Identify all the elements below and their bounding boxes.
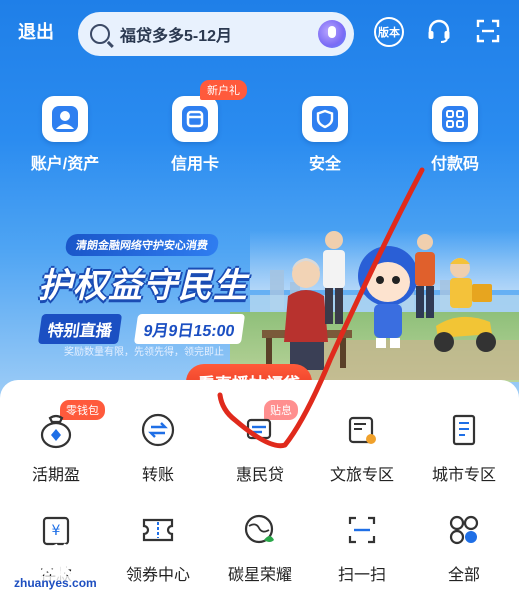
search-icon	[90, 24, 110, 44]
menu-item-transfer[interactable]: 转账	[106, 410, 210, 485]
menu-item-huiminloan[interactable]: 贴息 惠民贷	[208, 400, 312, 485]
menu-label: 转账	[141, 467, 174, 484]
menu-item-city[interactable]: 城市专区	[412, 410, 516, 485]
promo-banner[interactable]: 清朗金融网络守护安心消费 护权益守民生 特别直播 9月9日15:00 奖励数量有…	[0, 200, 519, 400]
quick-security-label: 安全	[308, 156, 341, 173]
menu-label: 碳星荣耀	[227, 567, 292, 584]
search-bar[interactable]: 福贷多多5-12月	[78, 12, 354, 56]
scan-corner-icon[interactable]	[476, 19, 500, 43]
menu-item-scan[interactable]: 扫一扫	[310, 510, 414, 585]
header-bar: 退出 福贷多多5-12月 版本	[0, 8, 519, 56]
shield-icon	[302, 96, 348, 142]
version-button[interactable]: 版本	[374, 17, 404, 47]
menu-label: 惠民贷	[235, 467, 284, 484]
loan-icon	[246, 418, 272, 440]
search-text: 福贷多多5-12月	[120, 28, 233, 45]
quick-payment-code-label: 付款码	[430, 156, 479, 173]
top-section: 退出 福贷多多5-12月 版本 账户/资产 新户礼 信用卡 安全 付款码 清朗金…	[0, 0, 519, 400]
watermark: 好赚网 zhuanyes.com	[5, 536, 156, 596]
banner-notice: 奖励数量有限，先领先得，领完即止	[64, 347, 224, 358]
watermark-url: zhuanyes.com	[12, 576, 99, 590]
grid-icon	[449, 515, 479, 545]
transfer-icon	[141, 413, 175, 447]
menu-item-carbon[interactable]: 碳星荣耀	[208, 510, 312, 585]
menu-item-all[interactable]: 全部	[412, 510, 516, 585]
delivery-rider-illustration	[434, 258, 496, 352]
account-icon	[42, 96, 88, 142]
banner-headline: 护权益守民生	[38, 267, 248, 305]
quick-credit-card-label: 信用卡	[170, 156, 219, 173]
menu-label: 活期盈	[31, 467, 80, 484]
headset-icon[interactable]	[426, 18, 452, 44]
voice-assistant-icon[interactable]	[318, 20, 346, 48]
quick-payment-code[interactable]: 付款码	[400, 96, 510, 174]
globe-leaf-icon	[244, 514, 274, 544]
city-icon	[452, 414, 476, 446]
menu-label: 文旅专区	[329, 467, 394, 484]
quick-actions: 账户/资产 新户礼 信用卡 安全 付款码	[0, 80, 519, 176]
payment-code-icon	[432, 96, 478, 142]
credit-card-icon	[172, 96, 218, 142]
quick-security[interactable]: 安全	[270, 96, 380, 174]
live-label: 特别直播	[37, 314, 123, 344]
quick-credit-card[interactable]: 新户礼 信用卡	[140, 80, 250, 174]
menu-label: 全部	[447, 567, 480, 584]
quick-account-label: 账户/资产	[30, 156, 100, 173]
menu-label: 城市专区	[431, 467, 496, 484]
menu-label: 扫一扫	[337, 567, 386, 584]
new-user-badge: 新户礼	[200, 80, 247, 100]
live-time: 9月9日15:00	[133, 314, 245, 344]
quick-account[interactable]: 账户/资产	[10, 96, 120, 174]
banner-tagline: 清朗金融网络守护安心消费	[64, 234, 220, 256]
exit-button[interactable]: 退出	[18, 18, 54, 44]
wallet-pouch-icon	[40, 414, 72, 449]
man-illustration	[323, 231, 345, 324]
menu-item-huoqiying[interactable]: 零钱包 活期盈	[4, 400, 108, 485]
travel-icon	[348, 416, 376, 444]
menu-item-travel[interactable]: 文旅专区	[310, 410, 414, 485]
scan-icon	[348, 516, 376, 544]
